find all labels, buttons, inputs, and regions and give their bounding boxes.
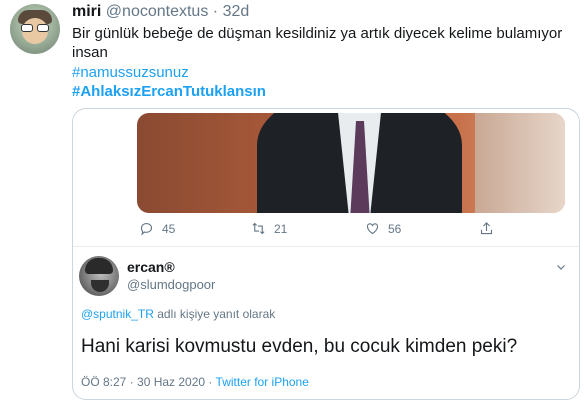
retweet-icon: [252, 222, 265, 235]
like-icon: [366, 223, 379, 235]
user-avatar[interactable]: [10, 4, 60, 54]
share-icon: [480, 222, 493, 235]
reply-count: 45: [162, 221, 176, 236]
share-button[interactable]: [479, 221, 494, 236]
avatar-glasses: [21, 24, 49, 32]
tweet-text: Bir günlük bebeğe de düşman kesildiniz y…: [72, 25, 563, 61]
quoted-display-name[interactable]: ercan®: [127, 259, 175, 275]
chevron-down-icon[interactable]: [555, 261, 567, 273]
reply-context-text: adlı kişiye yanıt olarak: [157, 307, 276, 321]
quoted-tweet-text: Hani karisi kovmustu evden, bu cocuk kim…: [81, 336, 518, 357]
separator-dot: ·: [212, 3, 219, 20]
quoted-handle[interactable]: @slumdogpoor: [127, 277, 215, 292]
tweet-actions: 45 21 56: [137, 221, 577, 241]
tweet-photo[interactable]: [137, 113, 565, 213]
like-button[interactable]: 56: [365, 221, 401, 236]
section-divider: [73, 246, 579, 247]
user-handle[interactable]: @nocontextus: [106, 3, 209, 20]
quoted-source-link[interactable]: Twitter for iPhone: [216, 375, 309, 389]
photo-background: [475, 113, 565, 213]
quoted-avatar[interactable]: [79, 256, 119, 296]
avatar-beard: [91, 280, 109, 292]
quoted-meta: ÖÖ 8:27 · 30 Haz 2020 · Twitter for iPho…: [81, 375, 309, 389]
reply-button[interactable]: 45: [139, 221, 175, 236]
tweet-header: miri @nocontextus · 32d: [72, 2, 249, 22]
reply-icon: [140, 222, 153, 236]
like-count: 56: [388, 221, 402, 236]
embedded-screenshot[interactable]: 45 21 56 ercan® @slumdogpoor @sputnik_TR…: [72, 108, 580, 400]
reply-context: @sputnik_TR adlı kişiye yanıt olarak: [81, 307, 275, 321]
hashtag-link[interactable]: #namussuzsunuz: [72, 63, 189, 82]
hashtag-link[interactable]: #AhlaksızErcanTutuklansın: [72, 82, 266, 101]
reply-mention-link[interactable]: @sputnik_TR: [81, 307, 154, 321]
tweet-time[interactable]: 32d: [223, 3, 250, 20]
display-name[interactable]: miri: [72, 3, 101, 20]
quoted-timestamp[interactable]: ÖÖ 8:27 · 30 Haz 2020 ·: [81, 375, 212, 389]
avatar-hair: [85, 258, 113, 274]
retweet-count: 21: [274, 221, 288, 236]
retweet-button[interactable]: 21: [251, 221, 287, 236]
